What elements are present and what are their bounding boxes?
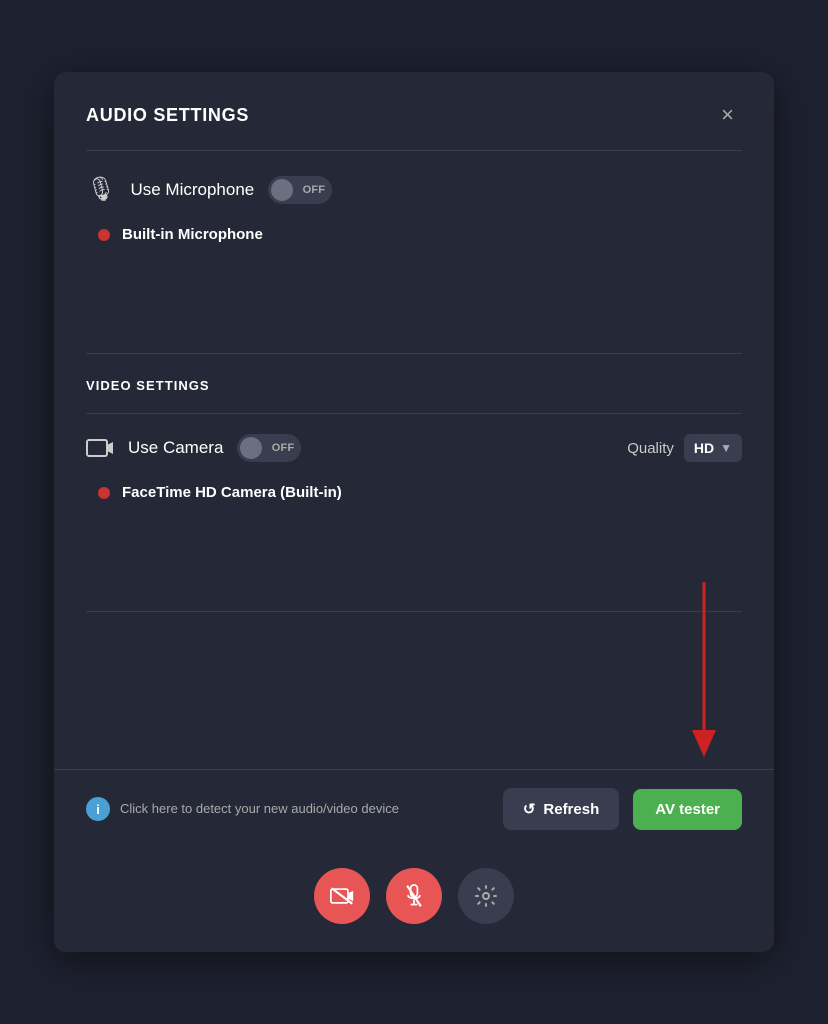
camera-label: Use Camera <box>128 438 223 458</box>
camera-toggle-off-label: OFF <box>272 442 295 454</box>
footer-top-divider <box>86 611 742 612</box>
footer: i Click here to detect your new audio/vi… <box>54 769 774 848</box>
dialog-header: AUDIO SETTINGS × <box>54 72 774 150</box>
device-active-dot <box>98 229 110 241</box>
camera-icon <box>86 437 114 459</box>
camera-off-icon <box>330 886 354 906</box>
video-section: VIDEO SETTINGS Use Camera OFF Quality HD <box>54 354 774 611</box>
audio-settings-dialog: AUDIO SETTINGS × 🎙 Use Microphone OFF Bu… <box>54 72 774 952</box>
quality-label: Quality <box>627 440 674 457</box>
microphone-toggle[interactable]: OFF <box>268 176 332 204</box>
close-button[interactable]: × <box>713 100 742 130</box>
microphone-label: Use Microphone <box>130 180 254 200</box>
mic-off-icon <box>404 884 424 908</box>
mic-off-button[interactable] <box>386 868 442 924</box>
microphone-icon: 🎙 <box>86 175 116 204</box>
microphone-device-label: Built-in Microphone <box>122 226 263 243</box>
refresh-label: Refresh <box>543 801 599 818</box>
footer-info[interactable]: i Click here to detect your new audio/vi… <box>86 797 489 821</box>
gear-icon <box>474 884 498 908</box>
toggle-off-label: OFF <box>303 184 326 196</box>
camera-device-item: FaceTime HD Camera (Built-in) <box>86 478 742 507</box>
video-spacer <box>86 507 742 587</box>
quality-dropdown[interactable]: HD ▼ <box>684 434 742 462</box>
audio-section: 🎙 Use Microphone OFF Built-in Microphone <box>54 151 774 353</box>
quality-value: HD <box>694 440 714 456</box>
toggle-knob <box>271 179 293 201</box>
av-tester-label: AV tester <box>655 801 720 818</box>
camera-device-active-dot <box>98 487 110 499</box>
camera-left: Use Camera OFF <box>86 434 301 462</box>
quality-group: Quality HD ▼ <box>627 434 742 462</box>
refresh-icon: ↺ <box>523 800 536 818</box>
dialog-title: AUDIO SETTINGS <box>86 105 249 126</box>
camera-toggle-knob <box>240 437 262 459</box>
video-section-title: VIDEO SETTINGS <box>86 378 742 393</box>
camera-device-label: FaceTime HD Camera (Built-in) <box>122 484 342 501</box>
chevron-down-icon: ▼ <box>720 441 732 455</box>
audio-spacer <box>86 249 742 329</box>
footer-info-text: Click here to detect your new audio/vide… <box>120 800 399 818</box>
camera-row: Use Camera OFF Quality HD ▼ <box>86 434 742 462</box>
microphone-device-item: Built-in Microphone <box>86 220 742 249</box>
bottom-toolbar <box>54 848 774 952</box>
refresh-button[interactable]: ↺ Refresh <box>503 788 619 830</box>
camera-off-button[interactable] <box>314 868 370 924</box>
info-icon: i <box>86 797 110 821</box>
microphone-row: 🎙 Use Microphone OFF <box>86 175 742 204</box>
video-title-divider <box>86 413 742 414</box>
settings-button[interactable] <box>458 868 514 924</box>
camera-toggle[interactable]: OFF <box>237 434 301 462</box>
av-tester-button[interactable]: AV tester <box>633 789 742 830</box>
